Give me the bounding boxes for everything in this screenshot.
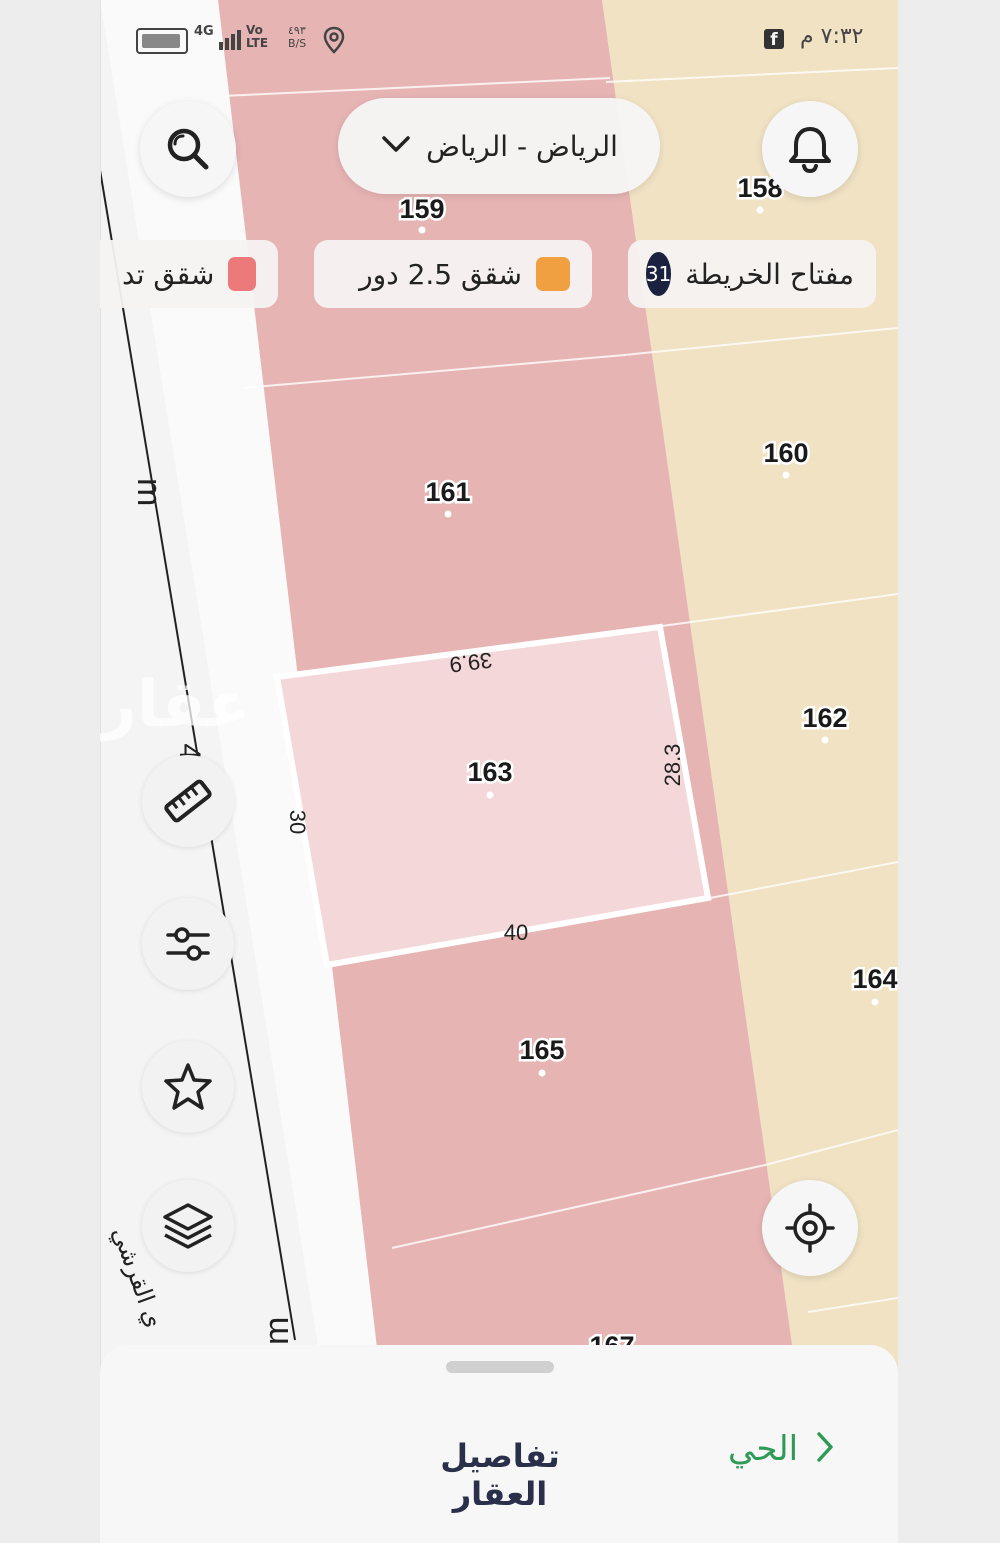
status-time: ٧:٣٢ م [800,24,864,49]
watermark: عقار [100,668,251,742]
property-details-sheet[interactable]: تفاصيل العقار الحي [100,1345,898,1543]
plot-label-161: 161 [425,477,470,507]
search-icon [167,128,209,170]
notifications-button[interactable] [762,101,858,197]
plot-label-164: 164 [852,964,897,994]
neighborhood-link[interactable]: الحي [728,1429,834,1469]
dimension-right: 28.3 [660,744,685,787]
plot-label-165: 165 [519,1035,564,1065]
location-icon [322,26,346,59]
legend-chip-label: شقق 2.5 دور [359,257,522,291]
signal-icon [218,28,242,50]
plot-label-160: 160 [763,438,808,468]
filter-button[interactable] [142,898,234,990]
legend-chip-label: شقق تد [122,257,215,291]
legend-swatch-red [228,257,256,291]
measure-button[interactable] [142,755,234,847]
dimension-bottom: 40 [504,920,528,945]
legend-swatch-orange [536,257,570,291]
neighborhood-link-label: الحي [728,1429,799,1469]
volte-label: Vo LTE [246,23,269,50]
svg-text:m: m [130,478,168,506]
svg-text:m: m [258,1317,296,1345]
favorites-button[interactable] [142,1041,234,1133]
city-selector-label: الرياض - الرياض [426,129,618,163]
facebook-icon: f [764,29,784,50]
chevron-down-icon [380,133,412,159]
battery-icon [136,28,188,54]
layers-icon [163,1203,213,1249]
star-icon [164,1063,212,1110]
speed-label: ٤٩٣ B/S [288,24,307,50]
map-screen: 159 158 161 160 163 162 165 164 167 39.9… [100,0,898,1543]
plot-label-163: 163 [467,757,512,787]
crosshair-icon [785,1203,835,1253]
plot-label-159: 159 [399,194,444,224]
bell-icon [789,127,831,174]
dimension-left: 30 [285,810,310,834]
filter-icon [166,927,210,961]
locate-me-button[interactable] [762,1180,858,1276]
search-button[interactable] [140,101,236,197]
legend-chip-apartments-2-5[interactable]: شقق 2.5 دور [314,240,592,308]
map-key-button[interactable]: مفتاح الخريطة 31 [628,240,876,308]
dimension-top: 39.9 [448,647,494,677]
legend-chip-apartments-other[interactable]: شقق تد [100,240,278,308]
plot-label-162: 162 [802,703,847,733]
sheet-title: تفاصيل العقار [440,1437,560,1513]
chevron-right-icon [816,1431,834,1467]
map-key-count-badge: 31 [645,252,672,296]
layers-button[interactable] [142,1180,234,1272]
network-label: 4G [194,24,214,39]
map-key-label: مفتاح الخريطة [685,257,854,291]
city-selector[interactable]: الرياض - الرياض [338,98,660,194]
sheet-drag-handle[interactable] [446,1361,554,1373]
ruler-icon [164,779,212,823]
